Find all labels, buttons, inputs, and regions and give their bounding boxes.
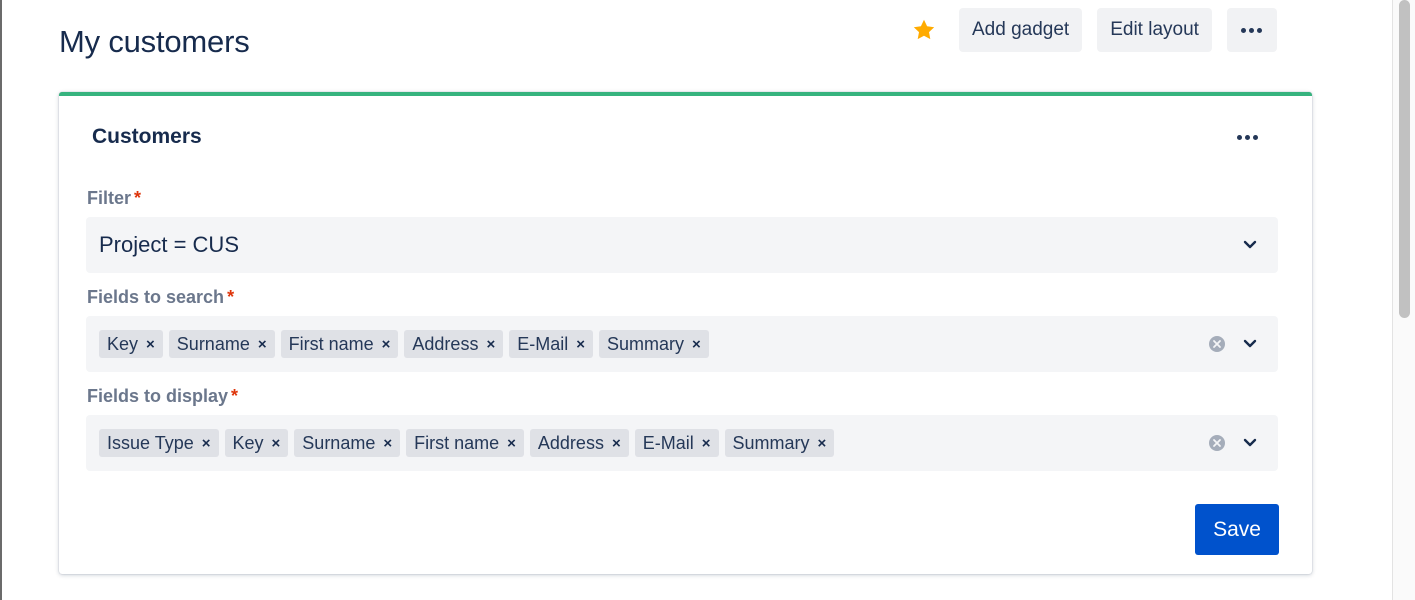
tag: E-Mail × (634, 429, 719, 457)
tag-label: Summary (732, 432, 810, 453)
save-button[interactable]: Save (1195, 504, 1279, 555)
tag: Issue Type × (99, 429, 219, 457)
fields-to-display-tags: Issue Type × Key × Surname × First name × Addres… (99, 429, 835, 457)
remove-tag-icon[interactable]: × (692, 337, 701, 352)
tag: Address × (529, 429, 629, 457)
tag-label: Key (107, 333, 139, 354)
more-actions-button[interactable] (1226, 8, 1277, 52)
scrollbar[interactable] (1392, 0, 1415, 600)
tag: E-Mail × (509, 330, 593, 358)
required-mark: * (231, 386, 239, 406)
scrollbar-thumb[interactable] (1399, 0, 1410, 318)
filter-select[interactable]: Project = CUS (86, 217, 1278, 273)
remove-tag-icon[interactable]: × (702, 436, 711, 451)
customers-gadget: Customers Filter * Project = CUS Fields t… (59, 92, 1312, 574)
remove-tag-icon[interactable]: × (272, 436, 281, 451)
page: My customers Add gadget Edit layout Cust… (0, 0, 1415, 600)
remove-tag-icon[interactable]: × (576, 337, 585, 352)
clear-icon[interactable] (1208, 434, 1226, 452)
remove-tag-icon[interactable]: × (383, 436, 392, 451)
page-title: My customers (59, 24, 250, 59)
tag: First name × (406, 429, 524, 457)
remove-tag-icon[interactable]: × (258, 337, 267, 352)
dashboard-toolbar: Add gadget Edit layout (905, 8, 1277, 52)
remove-tag-icon[interactable]: × (202, 436, 211, 451)
tag: Surname × (168, 330, 275, 358)
star-icon (913, 19, 935, 40)
filter-label: Filter * (87, 188, 142, 208)
required-mark: * (134, 188, 142, 208)
fields-to-display-select[interactable]: Issue Type × Key × Surname × First name × Addres… (86, 415, 1278, 471)
chevron-down-icon[interactable] (1242, 237, 1258, 253)
more-icon (1241, 27, 1263, 33)
tag-label: E-Mail (517, 333, 569, 354)
more-icon (1236, 134, 1258, 140)
tag-label: First name (414, 432, 500, 453)
filter-value: Project = CUS (99, 232, 239, 257)
remove-tag-icon[interactable]: × (382, 337, 391, 352)
tag-label: E-Mail (642, 432, 694, 453)
gadget-title: Customers (92, 125, 202, 148)
fields-to-search-select[interactable]: Key × Surname × First name × Address × E-Mail × Su… (86, 316, 1278, 372)
remove-tag-icon[interactable]: × (612, 436, 621, 451)
remove-tag-icon[interactable]: × (486, 337, 495, 352)
remove-tag-icon[interactable]: × (818, 436, 827, 451)
fields-to-search-label: Fields to search * (87, 287, 235, 307)
edit-layout-button[interactable]: Edit layout (1097, 8, 1212, 52)
chevron-down-icon[interactable] (1242, 435, 1258, 451)
tag: Surname × (294, 429, 401, 457)
remove-tag-icon[interactable]: × (146, 337, 155, 352)
tag-label: Issue Type (107, 432, 194, 453)
star-button[interactable] (905, 8, 943, 52)
tag-label: Key (232, 432, 264, 453)
tag-label: Summary (607, 333, 685, 354)
tag-label: First name (288, 333, 374, 354)
fields-to-display-label: Fields to display * (87, 386, 239, 406)
tag-label: Address (412, 333, 479, 354)
gadget-more-button[interactable] (1227, 122, 1267, 152)
clear-icon[interactable] (1208, 335, 1226, 353)
tag: Summary × (724, 429, 835, 457)
tag: Summary × (599, 330, 709, 358)
tag: First name × (280, 330, 399, 358)
remove-tag-icon[interactable]: × (507, 436, 516, 451)
window-edge (0, 0, 2, 600)
tag-label: Address (537, 432, 604, 453)
tag: Key × (224, 429, 289, 457)
add-gadget-button[interactable]: Add gadget (959, 8, 1083, 52)
chevron-down-icon[interactable] (1242, 336, 1258, 352)
tag: Address × (404, 330, 504, 358)
tag: Key × (99, 330, 163, 358)
tag-label: Surname (176, 333, 250, 354)
required-mark: * (227, 287, 235, 307)
fields-to-search-tags: Key × Surname × First name × Address × E-Mail × Su… (99, 330, 709, 358)
tag-label: Surname (302, 432, 376, 453)
